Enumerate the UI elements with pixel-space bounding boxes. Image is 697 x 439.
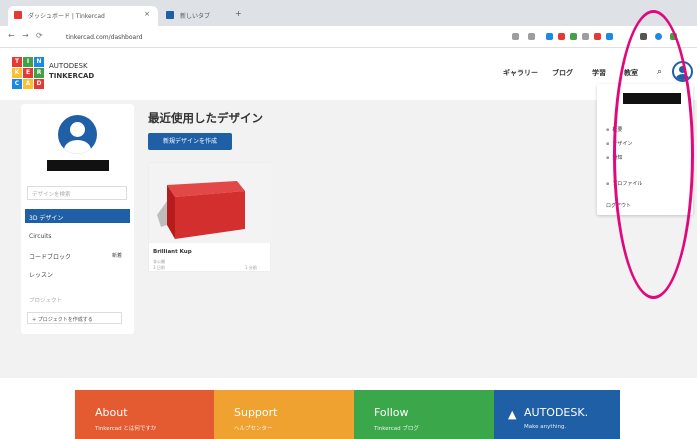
footer-sub: Make anything. xyxy=(524,424,567,430)
logo-cell: N xyxy=(34,57,44,67)
sidebar-item-label: Circuits xyxy=(29,233,52,240)
url-bar[interactable]: tinkercad.com/dashboard xyxy=(58,30,498,44)
extension-icon[interactable] xyxy=(594,33,601,40)
avatar-body xyxy=(64,140,91,154)
footer-title: About xyxy=(95,406,128,419)
nav-learn[interactable]: 学習 xyxy=(592,68,606,78)
footer-follow[interactable]: Follow Tinkercad ブログ xyxy=(354,390,494,439)
footer-title: Follow xyxy=(374,406,409,419)
footer: About Tinkercad とは何ですか Support ヘルプセンター F… xyxy=(0,378,697,439)
new-tab-button[interactable]: + xyxy=(235,9,242,18)
logo-cell: A xyxy=(23,79,33,89)
nav-gallery[interactable]: ギャラリー xyxy=(503,68,538,78)
extension-icon[interactable] xyxy=(606,33,613,40)
browser-tab-bar: ダッシュボード | Tinkercad × 新しいタブ + xyxy=(0,0,697,26)
url-text: tinkercad.com/dashboard xyxy=(66,34,143,41)
sidebar-item-lessons[interactable]: レッスン xyxy=(25,266,130,280)
logo-cell: R xyxy=(34,68,44,78)
logo-cell: D xyxy=(34,79,44,89)
sidebar-item-label: レッスン xyxy=(29,272,54,279)
projects-heading: プロジェクト xyxy=(29,298,63,304)
sidebar-item-3d-design[interactable]: 3D デザイン xyxy=(25,209,130,223)
extension-icon[interactable] xyxy=(558,33,565,40)
avatar-head xyxy=(70,122,85,137)
design-search-input[interactable]: デザインを検索 xyxy=(27,186,127,200)
page-title: 最近使用したデザイン xyxy=(148,111,263,125)
extension-icon[interactable] xyxy=(570,33,577,40)
close-tab-icon[interactable]: × xyxy=(144,10,150,18)
footer-sub[interactable]: ヘルプセンター xyxy=(234,424,354,432)
design-card[interactable]: Brilliant Kup 非公開 3 日前 1 分前 xyxy=(148,162,272,272)
footer-support[interactable]: Support ヘルプセンター xyxy=(214,390,354,439)
extension-icon[interactable] xyxy=(528,33,535,40)
logo-cell: C xyxy=(12,79,22,89)
redacted-username xyxy=(47,160,109,171)
designs-icon: ▪ xyxy=(606,141,610,147)
highlight-annotation xyxy=(613,10,694,299)
avatar xyxy=(58,115,97,154)
red-box-thumbnail-image xyxy=(157,181,245,239)
sidebar-item-circuits[interactable]: Circuits xyxy=(25,229,130,243)
app-header: T I N K E R C A D AUTODESK TINKERCAD ギャラ… xyxy=(0,48,697,100)
nav-blog[interactable]: ブログ xyxy=(552,68,573,78)
create-project-button[interactable]: + プロジェクトを作成する xyxy=(27,312,122,324)
design-date: 3 日前 xyxy=(153,265,165,270)
autodesk-logo-icon: ▲ xyxy=(508,408,517,421)
extension-icon[interactable] xyxy=(582,33,589,40)
tinkercad-favicon-icon xyxy=(14,11,22,19)
logo-cell: K xyxy=(12,68,22,78)
logo-cell: I xyxy=(23,57,33,67)
browser-toolbar: ← → ⟳ tinkercad.com/dashboard xyxy=(0,26,697,48)
logo-cell: T xyxy=(12,57,22,67)
design-thumbnail[interactable] xyxy=(149,163,272,243)
browser-tab-dashboard[interactable]: ダッシュボード | Tinkercad × xyxy=(8,6,158,26)
sidebar-item-codeblocks[interactable]: コードブロック 新着 xyxy=(25,248,130,262)
reload-icon[interactable]: ⟳ xyxy=(36,31,43,40)
footer-sub[interactable]: Tinkercad ブログ xyxy=(374,424,494,432)
design-time: 1 分前 xyxy=(245,265,257,270)
brand-line1: AUTODESK xyxy=(49,62,88,70)
brand-name: AUTODESK TINKERCAD xyxy=(49,61,94,81)
create-new-design-button[interactable]: 新規デザインを作成 xyxy=(148,133,232,150)
footer-about[interactable]: About Tinkercad とは何ですか xyxy=(75,390,215,439)
search-placeholder: デザインを検索 xyxy=(32,192,71,198)
sidebar: デザインを検索 3D デザイン Circuits コードブロック 新着 レッスン… xyxy=(21,104,134,334)
tinkercad-logo[interactable]: T I N K E R C A D xyxy=(12,57,44,89)
new-tab-favicon-icon xyxy=(166,11,174,19)
brand-line2: TINKERCAD xyxy=(49,72,95,80)
footer-autodesk[interactable]: ▲ AUTODESK. Make anything. xyxy=(494,390,620,439)
sidebar-item-label: 3D デザイン xyxy=(29,215,64,222)
tab-label: ダッシュボード | Tinkercad xyxy=(28,13,105,20)
forward-icon[interactable]: → xyxy=(22,31,29,40)
overview-icon: ▪ xyxy=(606,127,610,133)
create-project-label: + プロジェクトを作成する xyxy=(32,317,93,323)
sidebar-item-label: コードブロック xyxy=(29,254,72,261)
new-badge: 新着 xyxy=(111,253,122,259)
tab-label: 新しいタブ xyxy=(180,13,211,20)
footer-sub[interactable]: Tinkercad とは何ですか xyxy=(95,424,215,432)
footer-title: AUTODESK. xyxy=(524,406,589,419)
footer-title: Support xyxy=(234,406,278,419)
back-icon[interactable]: ← xyxy=(8,31,15,40)
design-name: Brilliant Kup xyxy=(153,249,192,255)
extension-icon[interactable] xyxy=(546,33,553,40)
profile-icon: ▪ xyxy=(606,181,610,187)
bell-icon: ▪ xyxy=(606,155,610,161)
browser-tab-new[interactable]: 新しいタブ xyxy=(160,6,230,26)
logo-cell: E xyxy=(23,68,33,78)
extension-icon[interactable] xyxy=(512,33,519,40)
